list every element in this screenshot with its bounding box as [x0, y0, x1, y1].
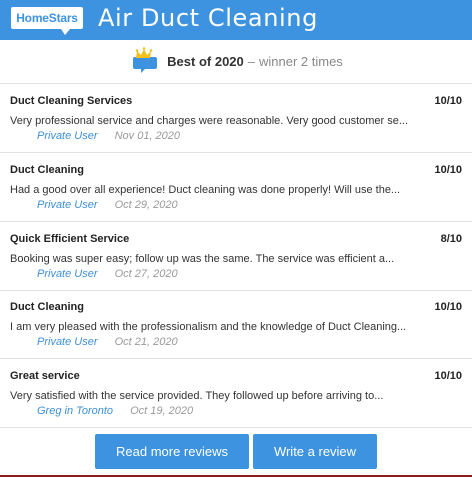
- homestars-logo[interactable]: HomeStars: [10, 6, 84, 35]
- review-meta: Private User Oct 21, 2020: [37, 336, 178, 348]
- crown-speech-bubble-icon: [133, 46, 158, 73]
- review-title[interactable]: Duct Cleaning Services: [10, 95, 132, 107]
- review-score: 10/10: [434, 370, 462, 382]
- review-meta: Private User Oct 27, 2020: [37, 268, 178, 280]
- review-actions: Read more reviews Write a review: [0, 427, 472, 475]
- review-author: Private User: [37, 336, 98, 348]
- review-excerpt: Booking was super easy; follow up was th…: [10, 253, 395, 265]
- award-title: Best of 2020: [167, 54, 244, 69]
- write-review-button[interactable]: Write a review: [253, 434, 377, 469]
- award-banner: Best of 2020 – winner 2 times: [0, 40, 472, 84]
- review-score: 10/10: [434, 164, 462, 176]
- review-excerpt: Had a good over all experience! Duct cle…: [10, 184, 401, 196]
- header-bar: HomeStars Air Duct Cleaning: [0, 0, 472, 40]
- award-winner-count: winner 2 times: [259, 54, 343, 69]
- review-date: Oct 21, 2020: [114, 336, 178, 348]
- review-item[interactable]: Quick Efficient Service 8/10 Booking was…: [0, 222, 472, 291]
- review-excerpt: Very satisfied with the service provided…: [10, 390, 384, 402]
- review-excerpt: Very professional service and charges we…: [10, 115, 409, 127]
- page-title: Air Duct Cleaning: [98, 4, 318, 32]
- review-item[interactable]: Duct Cleaning 10/10 I am very pleased wi…: [0, 290, 472, 359]
- review-date: Oct 27, 2020: [114, 268, 178, 280]
- review-date: Oct 19, 2020: [130, 405, 194, 417]
- review-score: 8/10: [440, 233, 462, 245]
- logo-text: HomeStars: [16, 11, 78, 25]
- review-title[interactable]: Duct Cleaning: [10, 164, 84, 176]
- review-title[interactable]: Great service: [10, 370, 80, 382]
- review-author: Private User: [37, 268, 98, 280]
- read-more-reviews-button[interactable]: Read more reviews: [95, 434, 249, 469]
- review-item[interactable]: Great service 10/10 Very satisfied with …: [0, 359, 472, 428]
- review-excerpt: I am very pleased with the professionali…: [10, 321, 407, 333]
- award-separator: –: [247, 54, 255, 69]
- review-author: Greg in Toronto: [37, 405, 114, 417]
- review-date: Oct 29, 2020: [114, 199, 178, 211]
- review-meta: Greg in Toronto Oct 19, 2020: [37, 405, 193, 417]
- review-title[interactable]: Quick Efficient Service: [10, 233, 129, 245]
- review-title[interactable]: Duct Cleaning: [10, 301, 84, 313]
- review-author: Private User: [37, 130, 98, 142]
- review-item[interactable]: Duct Cleaning Services 10/10 Very profes…: [0, 84, 472, 153]
- review-score: 10/10: [434, 95, 462, 107]
- review-meta: Private User Nov 01, 2020: [37, 130, 180, 142]
- review-date: Nov 01, 2020: [114, 130, 181, 142]
- review-score: 10/10: [434, 301, 462, 313]
- review-item[interactable]: Duct Cleaning 10/10 Had a good over all …: [0, 153, 472, 222]
- review-author: Private User: [37, 199, 98, 211]
- review-meta: Private User Oct 29, 2020: [37, 199, 178, 211]
